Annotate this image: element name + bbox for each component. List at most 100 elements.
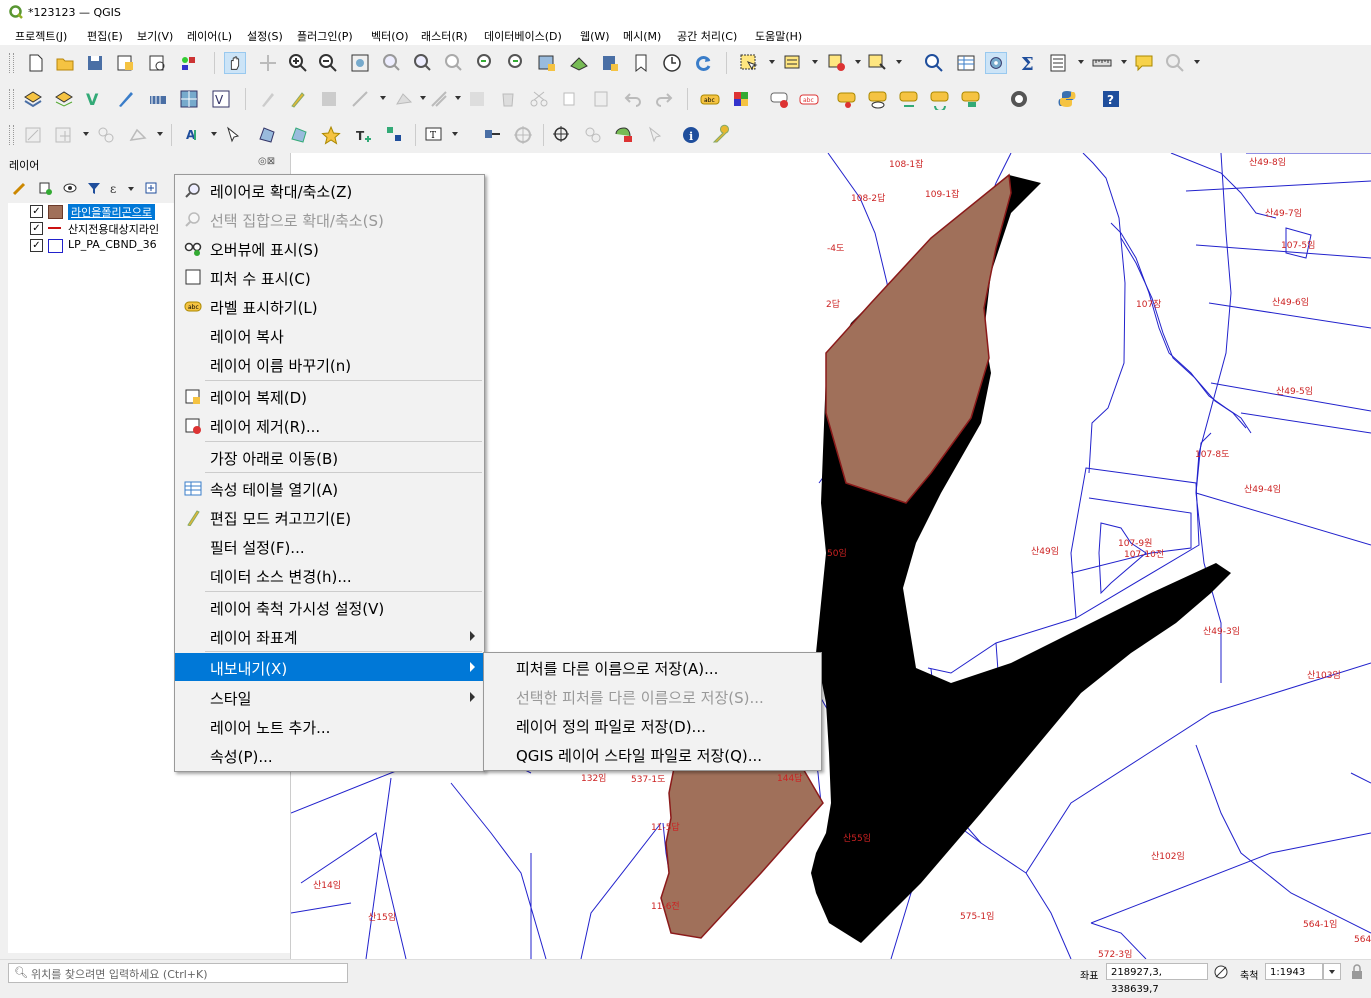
menu-item-properties[interactable]: 속성(P)... <box>175 741 484 769</box>
toolbar-grip[interactable] <box>9 89 14 109</box>
layer-styling-icon[interactable] <box>730 88 752 110</box>
menu-item-save-features-as[interactable]: 피처를 다른 이름으로 저장(A)... <box>484 653 821 681</box>
layer-diagram-icon[interactable]: abc <box>798 88 820 110</box>
text-annotation-icon[interactable]: T <box>423 124 445 146</box>
menu-vector[interactable]: 벡터(O) <box>371 28 408 44</box>
identify-features-icon[interactable] <box>923 52 945 74</box>
move-label-icon[interactable] <box>898 88 920 110</box>
layout-manager-icon[interactable] <box>146 52 168 74</box>
filter-by-expression-icon[interactable]: ε <box>108 180 124 196</box>
zoom-to-selection-icon[interactable] <box>380 52 402 74</box>
menu-web[interactable]: 웹(W) <box>580 28 610 44</box>
snapping-icon[interactable] <box>53 124 75 146</box>
zoom-native-icon[interactable] <box>442 52 464 74</box>
split-features-icon[interactable] <box>95 124 117 146</box>
layer-visibility-checkbox[interactable]: ✓ <box>30 222 43 235</box>
search-disabled-icon[interactable] <box>1164 52 1186 74</box>
add-virtual-layer-icon[interactable]: V <box>210 88 232 110</box>
redo-icon[interactable] <box>653 88 675 110</box>
menu-item-zoom-to-layer[interactable]: 레이어로 확대/축소(Z) <box>175 176 484 204</box>
layer-name[interactable]: 산지전용대상지라인 <box>68 221 159 237</box>
delete-selected-icon[interactable] <box>497 88 519 110</box>
menu-layer[interactable]: 레이어(L) <box>187 28 232 44</box>
chevron-down-icon[interactable] <box>896 60 902 64</box>
menu-item-show-in-overview[interactable]: 오버뷰에 표시(S) <box>175 234 484 262</box>
python-console-icon[interactable] <box>1056 88 1078 110</box>
coordinate-toggle-icon[interactable] <box>1213 964 1229 980</box>
vertex-tool-icon[interactable] <box>393 88 415 110</box>
chevron-down-icon[interactable] <box>455 96 461 100</box>
menu-item-rename-layer[interactable]: 레이어 이름 바꾸기(n) <box>175 350 484 378</box>
cut-features-icon[interactable] <box>528 88 550 110</box>
menu-view[interactable]: 보기(V) <box>137 28 173 44</box>
menu-raster[interactable]: 래스터(R) <box>421 28 468 44</box>
manage-visibility-icon[interactable] <box>62 180 78 196</box>
menu-item-move-to-bottom[interactable]: 가장 아래로 이동(B) <box>175 443 484 471</box>
menu-item-filter[interactable]: 필터 설정(F)... <box>175 532 484 560</box>
show-hide-labels-icon[interactable] <box>867 88 889 110</box>
scale-dropdown-button[interactable] <box>1323 963 1341 980</box>
menu-item-scale-visibility[interactable]: 레이어 축척 가시성 설정(V) <box>175 593 484 621</box>
menu-item-add-layer-notes[interactable]: 레이어 노트 추가... <box>175 712 484 740</box>
copy-features-icon[interactable] <box>559 88 581 110</box>
zoom-to-layer-icon[interactable] <box>411 52 433 74</box>
menu-item-show-labels[interactable]: abc 라벨 표시하기(L) <box>175 292 484 320</box>
zoom-next-icon[interactable] <box>505 52 527 74</box>
menu-project[interactable]: 프로젝트(J) <box>15 28 67 44</box>
menu-item-copy-layer[interactable]: 레이어 복사 <box>175 321 484 349</box>
zoom-in-icon[interactable] <box>287 52 309 74</box>
reshape-features-icon[interactable] <box>127 124 149 146</box>
chevron-down-icon[interactable] <box>211 132 217 136</box>
chevron-down-icon[interactable] <box>128 187 134 191</box>
scale-field[interactable]: 1:1943 <box>1265 963 1323 980</box>
new-bookmark-icon[interactable] <box>599 52 621 74</box>
add-polygon-annotation-icon[interactable] <box>256 124 278 146</box>
label-tool-icon[interactable]: abc <box>699 88 721 110</box>
new-3d-view-icon[interactable] <box>568 52 590 74</box>
menu-edit[interactable]: 편집(E) <box>87 28 123 44</box>
menu-item-save-selected-features-as[interactable]: 선택한 피처를 다른 이름으로 저장(S)... <box>484 682 821 710</box>
coordinate-field[interactable]: 218927,3, 338639,7 <box>1106 963 1208 995</box>
change-label-icon[interactable] <box>960 88 982 110</box>
rotate-label-icon[interactable] <box>929 88 951 110</box>
new-geopackage-layer-icon[interactable] <box>53 88 75 110</box>
menu-item-export[interactable]: 내보내기(X) <box>175 653 484 681</box>
toolbar-grip[interactable] <box>9 53 14 73</box>
move-annotation-icon[interactable] <box>481 124 503 146</box>
deselect-features-icon[interactable] <box>826 52 848 74</box>
menu-processing[interactable]: 공간 처리(C) <box>677 28 737 44</box>
modify-attributes-icon[interactable] <box>428 88 450 110</box>
add-wms-layer-icon[interactable] <box>178 88 200 110</box>
chevron-down-icon[interactable] <box>1194 60 1200 64</box>
menu-item-styles[interactable]: 스타일 <box>175 683 484 711</box>
cluster-tool-icon[interactable] <box>582 124 604 146</box>
add-group-icon[interactable] <box>37 180 53 196</box>
measure-line-icon[interactable] <box>1091 52 1113 74</box>
annotation-text-icon[interactable]: A <box>183 124 205 146</box>
edit-table-icon[interactable] <box>466 88 488 110</box>
data-source-manager-icon[interactable] <box>22 88 44 110</box>
digitize-center-icon[interactable] <box>551 124 573 146</box>
add-marker-annotation-icon[interactable] <box>320 124 342 146</box>
menu-mesh[interactable]: 메시(M) <box>623 28 661 44</box>
menu-item-save-layer-definition[interactable]: 레이어 정의 파일로 저장(D)... <box>484 711 821 739</box>
layer-visibility-checkbox[interactable]: ✓ <box>30 205 43 218</box>
gps-plugin-icon[interactable] <box>1008 88 1030 110</box>
menu-item-show-feature-count[interactable]: 피처 수 표시(C) <box>175 263 484 291</box>
chevron-down-icon[interactable] <box>769 60 775 64</box>
save-edits-icon[interactable] <box>318 88 340 110</box>
pin-labels-icon[interactable] <box>836 88 858 110</box>
add-point-text-icon[interactable] <box>384 124 406 146</box>
menu-settings[interactable]: 설정(S) <box>247 28 283 44</box>
layer-name[interactable]: 라인을폴리곤으로 <box>68 204 155 220</box>
toggle-editing-icon[interactable] <box>287 88 309 110</box>
menu-item-open-attribute-table[interactable]: 속성 테이블 열기(A) <box>175 474 484 502</box>
statistical-summary-icon[interactable]: Σ <box>1017 52 1039 74</box>
open-project-icon[interactable] <box>54 52 76 74</box>
select-annotation-icon[interactable] <box>222 124 244 146</box>
layer-name[interactable]: LP_PA_CBND_36 <box>68 238 157 251</box>
offset-tool-icon[interactable] <box>613 124 635 146</box>
paste-features-icon[interactable] <box>590 88 612 110</box>
locator-search-input[interactable]: 🔍︎ 위치를 찾으려면 입력하세요 (Ctrl+K) <box>8 963 348 983</box>
menu-item-duplicate-layer[interactable]: 레이어 복제(D) <box>175 382 484 410</box>
